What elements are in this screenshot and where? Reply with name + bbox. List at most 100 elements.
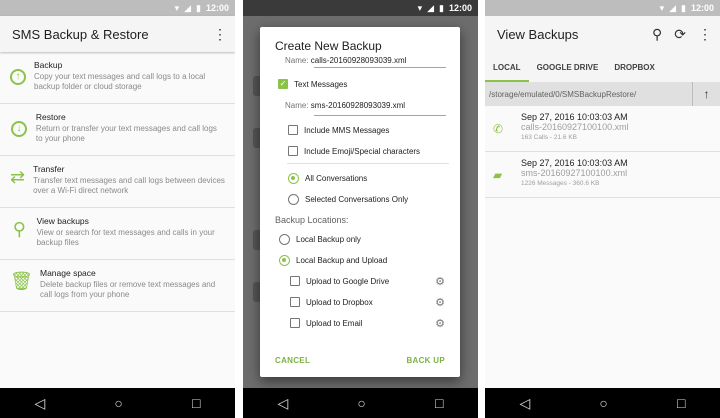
nav-bar: ◁ ○ □ xyxy=(485,388,720,418)
include-mms-row[interactable]: Include MMS Messages xyxy=(288,125,478,135)
tab-local[interactable]: LOCAL xyxy=(485,63,529,82)
menu-item-title: Backup xyxy=(34,60,63,70)
upload-dropbox-row[interactable]: Upload to Dropbox ⚙ xyxy=(290,296,460,309)
restore-icon: ↓ xyxy=(10,114,28,137)
text-messages-label: Text Messages xyxy=(294,79,348,89)
local-only-row[interactable]: Local Backup only xyxy=(279,234,478,245)
name-label: Name: xyxy=(285,56,309,65)
upload-dropbox-checkbox[interactable] xyxy=(290,297,300,307)
dialog-title: Create New Backup xyxy=(275,39,382,53)
upload-drive-checkbox[interactable] xyxy=(290,276,300,286)
sms-name-field[interactable]: Name: sms-20160928093039.xml xyxy=(285,101,405,110)
transfer-icon: ⇄ xyxy=(10,167,26,187)
selected-conversations-label: Selected Conversations Only xyxy=(305,195,409,204)
battery-icon: ▮ xyxy=(439,2,444,13)
menu-item-desc: Copy your text messages and call logs to… xyxy=(34,72,206,91)
gear-icon[interactable]: ⚙ xyxy=(435,317,445,330)
local-upload-row[interactable]: Local Backup and Upload xyxy=(279,255,478,266)
home-icon[interactable]: ○ xyxy=(357,395,365,411)
menu-item-title: Manage space xyxy=(40,268,96,278)
signal-icon: ◢ xyxy=(669,2,677,13)
backup-list-item[interactable]: ▰ Sep 27, 2016 10:03:03 AM sms-201609271… xyxy=(485,152,720,198)
all-conversations-label: All Conversations xyxy=(305,174,368,183)
status-time: 12:00 xyxy=(448,3,472,13)
backup-meta: 163 Calls - 21.6 KB xyxy=(521,134,578,141)
menu-item-view-backups[interactable]: ⚲ View backups View or search for text me… xyxy=(0,208,235,260)
create-backup-dialog: Create New Backup Name: calls-2016092809… xyxy=(260,27,460,377)
upload-email-row[interactable]: Upload to Email ⚙ xyxy=(290,317,460,330)
overflow-menu-icon[interactable]: ⋮ xyxy=(698,26,712,43)
back-icon[interactable]: ◁ xyxy=(278,395,289,412)
menu-item-transfer[interactable]: ⇄ Transfer Transfer text messages and cal… xyxy=(0,156,235,208)
refresh-icon[interactable]: ⟳ xyxy=(674,26,686,43)
text-messages-checkbox[interactable]: ✓ xyxy=(278,79,288,89)
sms-name-underline xyxy=(314,115,446,116)
cancel-button[interactable]: CANCEL xyxy=(275,356,310,365)
local-upload-radio[interactable] xyxy=(279,255,290,266)
upload-drive-row[interactable]: Upload to Google Drive ⚙ xyxy=(290,275,460,288)
menu-item-title: Restore xyxy=(35,112,66,122)
recents-icon[interactable]: □ xyxy=(192,395,200,411)
backup-list-item[interactable]: ✆ Sep 27, 2016 10:03:03 AM calls-2016092… xyxy=(485,106,720,152)
gear-icon[interactable]: ⚙ xyxy=(435,296,445,309)
upload-email-checkbox[interactable] xyxy=(290,318,300,328)
path-bar: /storage/emulated/0/SMSBackupRestore/ ↑ xyxy=(485,82,720,106)
app-toolbar: SMS Backup & Restore ⋮ xyxy=(0,16,235,52)
sms-name-value: sms-20160928093039.xml xyxy=(310,101,406,110)
back-icon[interactable]: ◁ xyxy=(520,395,531,412)
menu-item-title: Transfer xyxy=(33,164,65,174)
local-only-label: Local Backup only xyxy=(296,235,361,244)
tab-google-drive[interactable]: GOOGLE DRIVE xyxy=(529,63,607,82)
message-icon: ▰ xyxy=(493,168,503,182)
wifi-icon: ▾ xyxy=(659,2,665,13)
status-bar: ▾ ◢ ▮ 12:00 xyxy=(0,0,235,16)
home-icon[interactable]: ○ xyxy=(114,395,122,411)
include-emoji-label: Include Emoji/Special characters xyxy=(304,146,421,156)
selected-conversations-row[interactable]: Selected Conversations Only xyxy=(288,194,478,205)
calls-name-field[interactable]: Name: calls-20160928093039.xml xyxy=(285,56,406,65)
wifi-icon: ▾ xyxy=(174,2,180,13)
status-bar: ▾ ◢ ▮ 12:00 xyxy=(243,0,478,16)
main-menu-screen: ▾ ◢ ▮ 12:00 SMS Backup & Restore ⋮ ↑ Bac… xyxy=(0,0,235,418)
status-time: 12:00 xyxy=(205,3,229,13)
menu-item-desc: Transfer text messages and call logs bet… xyxy=(33,176,225,195)
all-conversations-radio[interactable] xyxy=(288,173,299,184)
search-icon[interactable]: ⚲ xyxy=(652,26,662,43)
calls-name-value: calls-20160928093039.xml xyxy=(310,56,407,65)
screen-title: View Backups xyxy=(497,26,579,42)
selected-conversations-radio[interactable] xyxy=(288,194,299,205)
menu-item-title: View backups xyxy=(36,216,89,226)
back-up-button[interactable]: BACK UP xyxy=(406,356,445,365)
menu-item-manage-space[interactable]: 🗑 Manage space Delete backup files or rem… xyxy=(0,260,235,312)
include-mms-label: Include MMS Messages xyxy=(304,125,390,135)
local-only-radio[interactable] xyxy=(279,234,290,245)
menu-item-desc: Return or transfer your text messages an… xyxy=(35,124,217,143)
menu-item-backup[interactable]: ↑ Backup Copy your text messages and call… xyxy=(0,52,235,104)
include-mms-checkbox[interactable] xyxy=(288,125,298,135)
gear-icon[interactable]: ⚙ xyxy=(435,275,445,288)
text-messages-checkbox-row[interactable]: ✓ Text Messages xyxy=(278,79,478,89)
all-conversations-row[interactable]: All Conversations xyxy=(288,173,478,184)
up-arrow-icon[interactable]: ↑ xyxy=(692,82,720,106)
upload-email-label: Upload to Email xyxy=(306,318,363,328)
signal-icon: ◢ xyxy=(184,2,192,13)
menu-item-restore[interactable]: ↓ Restore Return or transfer your text me… xyxy=(0,104,235,156)
phone-icon: ✆ xyxy=(493,122,504,136)
menu-item-desc: View or search for text messages and cal… xyxy=(36,228,215,247)
battery-icon: ▮ xyxy=(196,2,201,13)
app-title: SMS Backup & Restore xyxy=(12,26,149,42)
upload-dropbox-label: Upload to Dropbox xyxy=(306,297,373,307)
include-emoji-row[interactable]: Include Emoji/Special characters xyxy=(288,146,478,156)
backup-date: Sep 27, 2016 10:03:03 AM xyxy=(521,158,628,168)
home-icon[interactable]: ○ xyxy=(599,395,607,411)
nav-bar: ◁ ○ □ xyxy=(0,388,235,418)
divider xyxy=(287,163,449,164)
tab-dropbox[interactable]: DROPBOX xyxy=(606,63,662,82)
overflow-menu-icon[interactable]: ⋮ xyxy=(213,26,227,43)
backup-date: Sep 27, 2016 10:03:03 AM xyxy=(521,112,628,122)
app-toolbar: View Backups ⚲ ⟳ ⋮ xyxy=(485,16,720,52)
recents-icon[interactable]: □ xyxy=(677,395,685,411)
recents-icon[interactable]: □ xyxy=(435,395,443,411)
include-emoji-checkbox[interactable] xyxy=(288,146,298,156)
back-icon[interactable]: ◁ xyxy=(35,395,46,412)
